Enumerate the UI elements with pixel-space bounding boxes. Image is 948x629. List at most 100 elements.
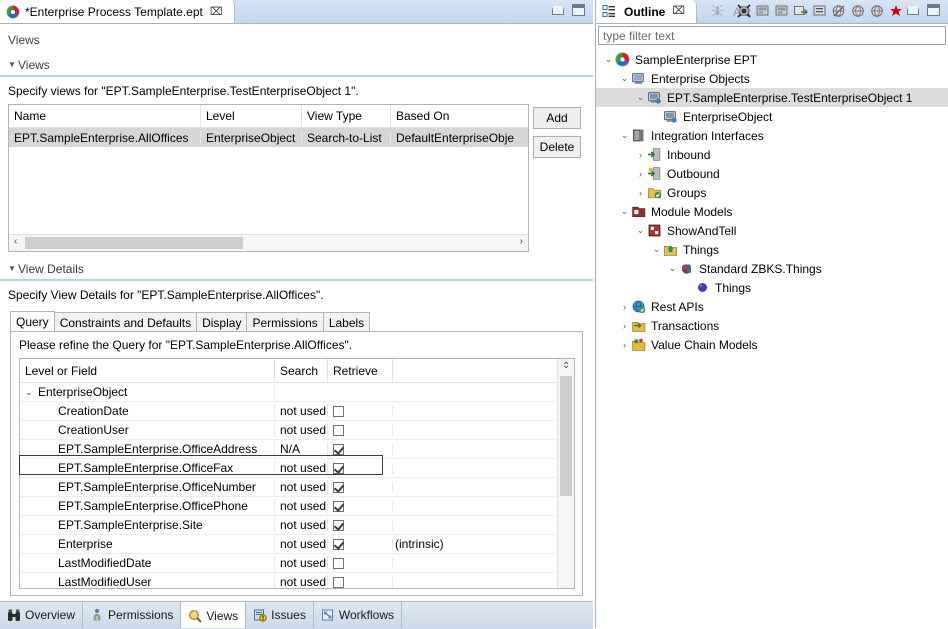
tree-item[interactable]: › Transactions <box>596 316 948 335</box>
retrieve-checkbox[interactable] <box>333 462 344 474</box>
query-table[interactable]: Level or Field Search Retrieve ⌄ Enterpri… <box>19 358 575 589</box>
retrieve-checkbox[interactable] <box>333 405 344 417</box>
collapse-all-icon[interactable] <box>736 3 752 19</box>
chevron-right-icon[interactable]: › <box>618 340 631 350</box>
chevron-down-icon[interactable]: ⌄ <box>602 54 615 65</box>
tab-constraints-and-defaults[interactable]: Constraints and Defaults <box>53 312 198 332</box>
views-table-row[interactable]: EPT.SampleEnterprise.AllOffices Enterpri… <box>9 128 528 147</box>
query-cell-search[interactable]: not used <box>275 556 328 570</box>
query-table-row[interactable]: Enterprise not used (intrinsic) <box>20 535 574 554</box>
query-cell-search[interactable]: not used <box>275 499 328 513</box>
views-col-name[interactable]: Name <box>9 105 201 127</box>
tree-item[interactable]: ⌄ ShowAndTell <box>596 221 948 240</box>
query-cell-retrieve[interactable] <box>328 405 393 417</box>
page-tab-issues[interactable]: Issues <box>246 602 314 628</box>
query-cell-search[interactable]: not used <box>275 480 328 494</box>
retrieve-checkbox[interactable] <box>333 576 344 588</box>
chevron-down-icon[interactable]: ⌄ <box>618 73 631 84</box>
query-table-row[interactable]: LastModifiedDate not used <box>20 554 574 573</box>
delete-red-icon[interactable] <box>888 3 904 19</box>
query-cell-retrieve[interactable] <box>328 424 393 436</box>
retrieve-checkbox[interactable] <box>333 481 344 493</box>
query-table-row[interactable]: EPT.SampleEnterprise.OfficeAddress N/A <box>20 440 574 459</box>
query-cell-search[interactable]: not used <box>275 575 328 588</box>
tree-item[interactable]: ⌄ Things <box>596 240 948 259</box>
tab-labels[interactable]: Labels <box>322 312 371 332</box>
chevron-right-icon[interactable]: › <box>634 188 647 198</box>
query-cell-retrieve[interactable] <box>328 462 393 474</box>
link-editor-icon[interactable] <box>793 3 809 19</box>
hscroll-thumb[interactable] <box>25 237 243 249</box>
chevron-down-icon[interactable]: ▼ <box>8 60 18 69</box>
query-cell-search[interactable]: N/A <box>275 442 328 456</box>
query-table-vscrollbar[interactable]: ⌃ ⌄ <box>557 359 574 588</box>
maximize-icon[interactable] <box>927 4 940 16</box>
query-cell-search[interactable]: not used <box>275 461 328 475</box>
add-button[interactable]: Add <box>533 107 581 129</box>
chevron-right-icon[interactable]: › <box>634 150 647 160</box>
retrieve-checkbox[interactable] <box>333 557 344 569</box>
page-tab-workflows[interactable]: Workflows <box>314 602 402 628</box>
query-table-row[interactable]: EPT.SampleEnterprise.Site not used <box>20 516 574 535</box>
chevron-down-icon[interactable]: ⌄ <box>666 263 679 274</box>
query-table-row[interactable]: CreationUser not used <box>20 421 574 440</box>
tree-item[interactable]: ⌄ Enterprise Objects <box>596 69 948 88</box>
page-tab-overview[interactable]: Overview <box>0 602 84 628</box>
query-col-level-or-field[interactable]: Level or Field <box>20 359 275 382</box>
tree-item[interactable]: › Groups <box>596 183 948 202</box>
query-cell-search[interactable]: not used <box>275 537 328 551</box>
tree-item[interactable]: › Outbound <box>596 164 948 183</box>
chevron-down-icon[interactable]: ⌄ <box>650 244 663 255</box>
filter-input[interactable]: type filter text <box>598 26 946 45</box>
minimize-icon[interactable] <box>907 5 919 15</box>
tab-permissions[interactable]: Permissions <box>246 312 324 332</box>
views-col-level[interactable]: Level <box>201 105 302 127</box>
chevron-down-icon[interactable]: ▼ <box>8 264 18 273</box>
sort-a-icon[interactable] <box>755 3 771 19</box>
globe-slash-icon[interactable] <box>831 3 847 19</box>
query-table-row[interactable]: ⌄ EnterpriseObject <box>20 383 574 402</box>
tab-query[interactable]: Query <box>10 311 55 332</box>
query-cell-retrieve[interactable] <box>328 557 393 569</box>
globe-b-icon[interactable] <box>869 3 885 19</box>
query-cell-retrieve[interactable] <box>328 538 393 550</box>
query-cell-search[interactable]: not used <box>275 404 328 418</box>
tree-item[interactable]: › Inbound <box>596 145 948 164</box>
query-col-retrieve[interactable]: Retrieve <box>328 359 393 382</box>
query-table-row[interactable]: EPT.SampleEnterprise.OfficePhone not used <box>20 497 574 516</box>
filters-icon[interactable] <box>812 3 828 19</box>
retrieve-checkbox[interactable] <box>333 424 344 436</box>
views-table-hscrollbar[interactable]: ‹ › <box>9 234 528 251</box>
tab-display[interactable]: Display <box>196 312 248 332</box>
query-col-search[interactable]: Search <box>275 359 328 382</box>
maximize-icon[interactable] <box>572 4 585 16</box>
sort-b-icon[interactable] <box>774 3 790 19</box>
query-cell-search[interactable]: not used <box>275 423 328 437</box>
chevron-down-icon[interactable]: ⌄ <box>618 130 631 141</box>
chevron-down-icon[interactable]: ⌄ <box>618 206 631 217</box>
tree-item[interactable]: ⌄ SampleEnterprise EPT <box>596 50 948 69</box>
scroll-right-icon[interactable]: › <box>520 236 523 247</box>
tree-item[interactable]: ⌄ Standard ZBKS.Things <box>596 259 948 278</box>
editor-tab-ept[interactable]: *Enterprise Process Template.ept ⌧ <box>0 0 235 23</box>
query-cell-retrieve[interactable] <box>328 519 393 531</box>
tab-outline[interactable]: Outline ⌧ <box>596 0 697 23</box>
query-table-row[interactable]: CreationDate not used <box>20 402 574 421</box>
chevron-right-icon[interactable]: › <box>618 302 631 312</box>
scroll-left-icon[interactable]: ‹ <box>14 236 17 247</box>
page-tab-views[interactable]: Views <box>181 602 247 628</box>
retrieve-checkbox[interactable] <box>333 519 344 531</box>
query-table-row[interactable]: EPT.SampleEnterprise.OfficeNumber not use… <box>20 478 574 497</box>
tree-item[interactable]: ⌄ Module Models <box>596 202 948 221</box>
close-icon[interactable]: ⌧ <box>210 6 223 18</box>
views-col-viewtype[interactable]: View Type <box>302 105 391 127</box>
scroll-down-icon[interactable]: ⌄ <box>562 360 570 584</box>
chevron-right-icon[interactable]: › <box>618 321 631 331</box>
tree-item[interactable]: › EnterpriseObject <box>596 107 948 126</box>
tree-item[interactable]: › Things <box>596 278 948 297</box>
page-tab-permissions[interactable]: Permissions <box>83 602 182 628</box>
tree-item[interactable]: ⌄ EPT.SampleEnterprise.TestEnterpriseObje… <box>596 88 948 107</box>
query-cell-retrieve[interactable] <box>328 500 393 512</box>
close-icon[interactable]: ⌧ <box>672 6 685 17</box>
tree-item[interactable]: › Rest APIs <box>596 297 948 316</box>
